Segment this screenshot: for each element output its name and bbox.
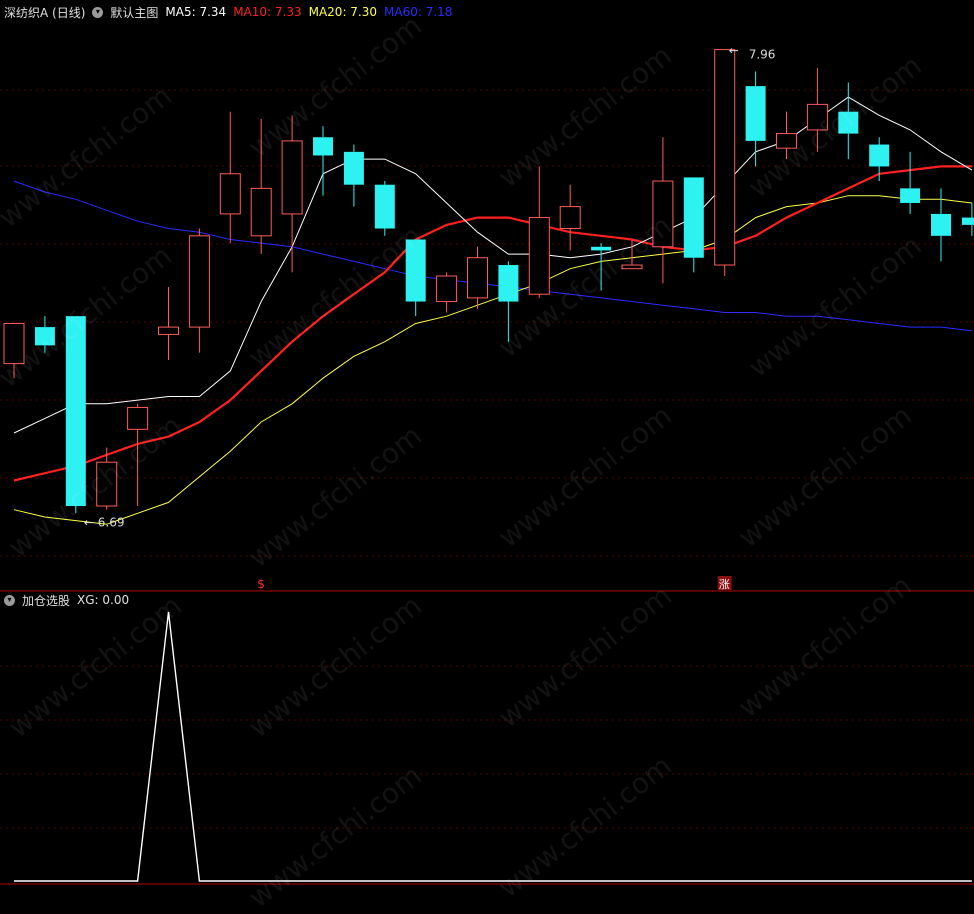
ma5-value: MA5: 7.34: [165, 5, 227, 19]
candle-body-up: [436, 275, 458, 303]
candle-body-down: [745, 86, 766, 141]
sub-chart-header: ▾ 加仓选股 XG: 0.00: [4, 589, 129, 611]
kline-chart[interactable]: 7.96 ← 6.69 ← $ 涨: [0, 0, 974, 885]
candle-body-up: [621, 264, 643, 270]
ma60-value: MA60: 7.18: [384, 5, 453, 19]
moving-average-lines: [13, 96, 973, 525]
candle-body-up: [127, 406, 149, 430]
main-gridlines: [0, 89, 974, 557]
indicator-dropdown-icon[interactable]: ▾: [4, 594, 15, 606]
candle-body-down: [405, 239, 426, 302]
candle-body-down: [838, 111, 859, 134]
candle-body-up: [467, 257, 488, 299]
ma10-line: [13, 165, 972, 482]
candle-body-down: [931, 213, 951, 236]
candle-body-up: [281, 140, 303, 215]
low-arrow-icon: ←: [84, 515, 94, 529]
candle-body-up: [806, 103, 828, 131]
candle-body-down: [900, 188, 921, 203]
candle-body-up: [652, 180, 674, 248]
template-dropdown-icon[interactable]: ▾: [92, 6, 104, 18]
ma20-line: [13, 195, 972, 525]
candle-body-up: [188, 235, 210, 328]
indicator-name[interactable]: 加仓选股: [22, 592, 70, 609]
candle-body-up: [250, 187, 272, 237]
signal-marker-dollar: $: [257, 577, 265, 591]
candle-body-down: [591, 246, 612, 251]
signal-marker-rise: 涨: [719, 578, 730, 591]
xg-indicator-line: [14, 611, 972, 882]
candlesticks: [3, 49, 974, 514]
candle-body-up: [528, 217, 550, 295]
xg-value: XG: 0.00: [77, 593, 130, 607]
candle-body-up: [219, 173, 241, 215]
candle-body-up: [3, 322, 25, 365]
candle-body-down: [498, 265, 519, 302]
candle-body-up: [158, 326, 179, 335]
candle-body-up: [776, 133, 797, 149]
candle-body-down: [343, 151, 364, 185]
high-arrow-icon: ←: [729, 44, 739, 58]
ma60-line: [13, 180, 972, 332]
main-chart-header: 深纺织A (日线) ▾ 默认主图 MA5: 7.34 MA10: 7.33 MA…: [4, 1, 452, 23]
ma10-value: MA10: 7.33: [233, 5, 302, 19]
candle-body-up: [714, 49, 736, 266]
candle-body-down: [34, 327, 55, 346]
ma5-line: [13, 96, 973, 434]
ma20-value: MA20: 7.30: [308, 5, 378, 19]
candle-body-down: [683, 177, 704, 258]
price-annotations: 7.96 ← 6.69 ← $ 涨: [84, 44, 776, 591]
candle-body-down: [313, 137, 333, 156]
candle-body-down: [65, 316, 86, 507]
template-name[interactable]: 默认主图: [110, 4, 158, 21]
candle-body-up: [96, 461, 118, 507]
xg-line: [14, 611, 972, 882]
candle-body-down: [961, 217, 974, 225]
candle-body-down: [374, 184, 395, 229]
low-price-label: 6.69: [98, 515, 125, 529]
stock-title[interactable]: 深纺织A (日线): [4, 4, 85, 21]
high-price-label: 7.96: [749, 48, 776, 62]
candle-body-down: [869, 144, 890, 167]
candle-body-up: [559, 206, 581, 230]
